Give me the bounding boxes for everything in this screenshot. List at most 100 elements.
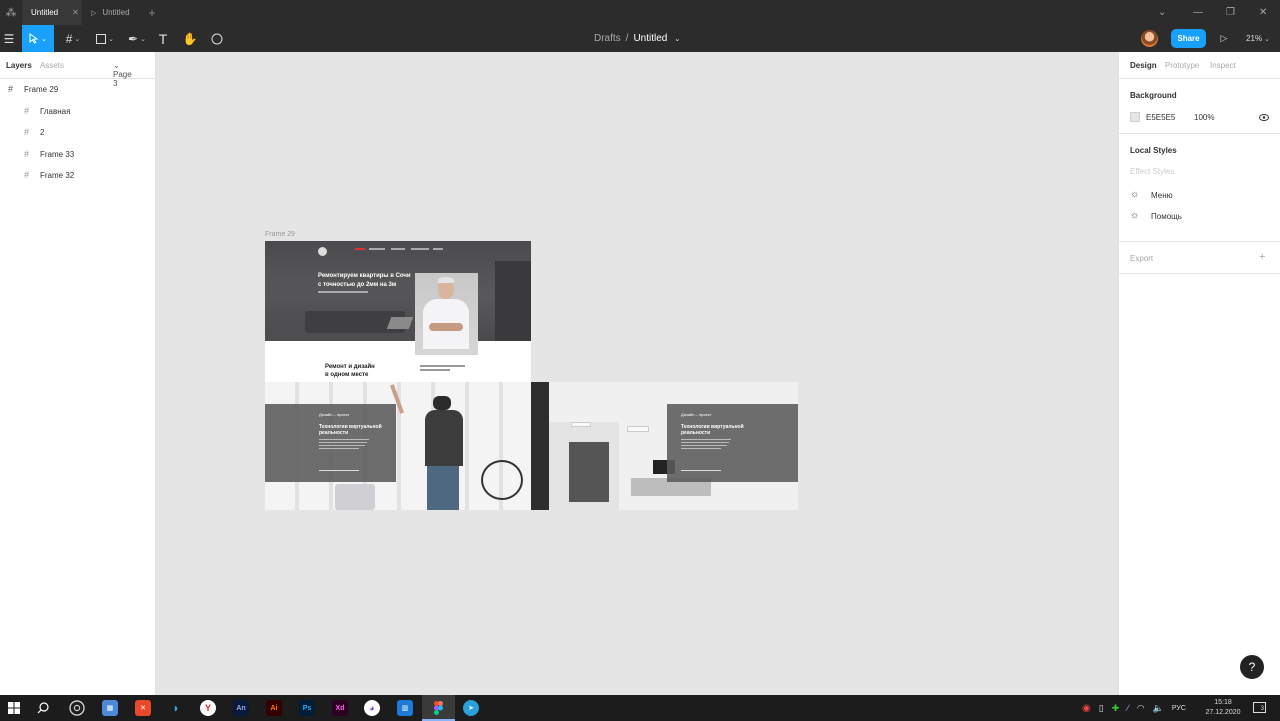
layer-frame-29[interactable]: # Frame 29 xyxy=(0,79,156,99)
tab-untitled-prototype[interactable]: ▷ Untitled xyxy=(82,0,139,25)
share-button[interactable]: Share xyxy=(1171,29,1206,48)
figma-menu-icon[interactable]: ⁂ xyxy=(0,0,22,25)
zoom-dropdown[interactable]: 21% ⌄ xyxy=(1244,25,1272,52)
layer-name: 2 xyxy=(40,127,45,137)
style-menu[interactable]: Меню xyxy=(1151,191,1173,200)
figma-taskbar-active[interactable] xyxy=(422,695,455,721)
telegram-icon[interactable]: ➤ xyxy=(463,700,479,716)
section-text-line xyxy=(420,369,450,371)
add-export-icon[interactable]: + xyxy=(1259,251,1265,263)
text-icon: T xyxy=(158,30,168,47)
xmind-icon[interactable]: ✕ xyxy=(135,700,151,716)
card-title: Технологии виртуальной реальности xyxy=(681,424,744,436)
background-opacity[interactable]: 100% xyxy=(1194,113,1214,122)
yandex-icon[interactable]: Y xyxy=(200,700,216,716)
tab-untitled-active[interactable]: Untitled ✕ xyxy=(22,0,82,25)
breadcrumb-drafts[interactable]: Drafts xyxy=(594,33,621,44)
browser-icon[interactable]: ◗ xyxy=(168,700,184,716)
windows-start-icon[interactable] xyxy=(8,702,20,714)
app-tray-icon[interactable]: ✚ xyxy=(1112,703,1120,714)
chevron-down-icon[interactable]: ⌄ xyxy=(674,35,680,43)
site-logo xyxy=(318,247,327,256)
comment-tool-button[interactable] xyxy=(208,25,226,52)
person-jeans xyxy=(427,466,459,510)
layer-name: Frame 32 xyxy=(40,170,75,180)
frame-icon: # xyxy=(24,106,30,116)
animate-icon[interactable]: An xyxy=(233,700,249,716)
volume-icon[interactable]: 🔈 xyxy=(1153,703,1164,714)
frame-glavnaya[interactable]: Ремонтируем квартиры в Сочи с точностью … xyxy=(265,241,531,382)
tab-design[interactable]: Design xyxy=(1130,61,1157,70)
pen-tool-button[interactable]: ✒ ⌄ xyxy=(124,25,150,52)
comment-icon xyxy=(211,33,223,44)
portrait-arms xyxy=(429,323,463,331)
hand-tool-button[interactable]: ✋ xyxy=(181,25,199,52)
layer-frame-32[interactable]: # Frame 32 xyxy=(0,165,156,185)
background-hex[interactable]: E5E5E5 xyxy=(1146,113,1175,122)
file-name[interactable]: Untitled xyxy=(633,33,667,44)
text-tool-button[interactable]: T xyxy=(155,25,171,52)
pen-tray-icon[interactable]: ⁄ xyxy=(1127,703,1129,713)
shape-tool-button[interactable]: ⌄ xyxy=(92,25,118,52)
tab-assets[interactable]: Assets xyxy=(40,61,64,70)
close-window-button[interactable]: ✕ xyxy=(1259,0,1267,25)
trello-icon[interactable]: ▥ xyxy=(397,700,413,716)
export-title: Export xyxy=(1130,254,1154,263)
main-menu-icon[interactable]: ☰ xyxy=(0,25,18,52)
illustrator-icon[interactable]: Ai xyxy=(266,700,282,716)
window-shape xyxy=(495,261,531,341)
color-swatch[interactable] xyxy=(1130,112,1140,122)
frame-icon: # xyxy=(24,127,30,137)
system-tray: ◉ ▯ ✚ ⁄ ◠ 🔈 РУС xyxy=(1082,695,1186,721)
tab-inspect[interactable]: Inspect xyxy=(1210,61,1236,70)
background-section: Background E5E5E5 100% xyxy=(1119,79,1280,134)
figma-icon xyxy=(434,701,443,715)
language-indicator[interactable]: РУС xyxy=(1172,705,1186,712)
frame-vr-left[interactable]: Дизайн – проект Технологии виртуальной р… xyxy=(265,382,531,510)
left-panel-tabs: Layers Assets Page 3 ⌄ xyxy=(0,52,156,88)
chrome-icon[interactable] xyxy=(69,700,85,716)
right-panel-tabs: Design Prototype Inspect xyxy=(1119,52,1280,79)
chevron-down-icon[interactable]: ⌄ xyxy=(1158,0,1166,25)
style-help[interactable]: Помощь xyxy=(1151,212,1182,221)
frame-interior-right[interactable]: Дизайн – проект Технологии виртуальной р… xyxy=(531,382,798,510)
frame-label[interactable]: Frame 29 xyxy=(265,231,295,238)
close-tab-icon[interactable]: ✕ xyxy=(72,8,79,17)
page-selector[interactable]: Page 3 ⌄ xyxy=(113,61,132,88)
design-panel: Design Prototype Inspect Background E5E5… xyxy=(1118,52,1280,695)
layers-panel: Layers Assets Page 3 ⌄ # Frame 29 # Глав… xyxy=(0,52,156,695)
ac-unit xyxy=(627,426,649,432)
move-tool-button[interactable]: ⌄ xyxy=(22,25,54,52)
search-icon[interactable] xyxy=(37,702,49,714)
breadcrumb: Drafts / Untitled ⌄ xyxy=(594,25,680,52)
photoshop-icon[interactable]: Ps xyxy=(299,700,315,716)
calculator-icon[interactable]: ▦ xyxy=(102,700,118,716)
clock[interactable]: 15:18 27.12.2020 xyxy=(1203,698,1243,718)
help-button[interactable]: ? xyxy=(1240,655,1264,679)
tab-layers[interactable]: Layers xyxy=(6,61,32,70)
card-label: Дизайн – проект xyxy=(319,412,350,417)
new-tab-button[interactable]: + xyxy=(139,0,166,25)
present-button[interactable]: ▷ xyxy=(1216,25,1232,52)
battery-icon[interactable]: ▯ xyxy=(1099,703,1104,714)
layer-glavnaya[interactable]: # Главная xyxy=(0,101,156,121)
layer-2[interactable]: # 2 xyxy=(0,122,156,142)
tab-label: Untitled xyxy=(102,8,130,17)
avatar[interactable] xyxy=(1141,30,1158,47)
xd-icon[interactable]: Xd xyxy=(332,700,348,716)
tab-prototype[interactable]: Prototype xyxy=(1165,61,1199,70)
layer-name: Frame 29 xyxy=(24,84,59,94)
notification-icon[interactable]: 3 xyxy=(1253,702,1266,713)
layer-frame-33[interactable]: # Frame 33 xyxy=(0,144,156,164)
app-icon[interactable]: ◕ xyxy=(364,700,380,716)
maximize-button[interactable]: ❐ xyxy=(1226,0,1235,25)
frame-tool-button[interactable]: # ⌄ xyxy=(60,25,86,52)
browser-tray-icon[interactable]: ◉ xyxy=(1082,703,1091,714)
eye-icon[interactable] xyxy=(1259,114,1269,121)
bike-wheel xyxy=(481,460,523,500)
windows-taskbar: ▦ ✕ ◗ Y An Ai Ps Xd ◕ ▥ ➤ ◉ ▯ ✚ ⁄ ◠ 🔈 РУ… xyxy=(0,695,1280,721)
wifi-icon[interactable]: ◠ xyxy=(1137,703,1145,714)
sun-icon: ☼ xyxy=(1130,189,1140,200)
minimize-button[interactable]: — xyxy=(1193,0,1203,25)
play-icon: ▷ xyxy=(91,9,97,17)
